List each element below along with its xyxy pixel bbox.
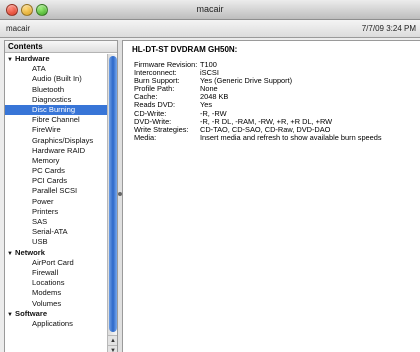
sidebar-item-label: PCI Cards [32, 176, 68, 186]
sidebar-item[interactable]: USB [5, 237, 109, 247]
title-bar[interactable]: macair [0, 0, 420, 20]
detail-row: Profile Path: None [134, 85, 382, 93]
detail-value: Insert media and refresh to show availab… [200, 132, 382, 142]
sidebar-item-label: SAS [32, 217, 48, 226]
sidebar-item-label: USB [32, 237, 48, 247]
detail-row: Reads DVD: Yes [134, 101, 382, 109]
scroll-thumb[interactable] [109, 56, 117, 332]
sidebar-item[interactable]: Volumes [5, 299, 109, 309]
sidebar-item-label: Fibre Channel [32, 115, 80, 125]
sidebar-item[interactable]: Modems [5, 288, 109, 298]
sidebar-item[interactable]: Locations [5, 278, 109, 288]
sidebar-item[interactable]: PCI Cards [5, 176, 109, 186]
sidebar-item[interactable]: Serial-ATA [5, 227, 109, 237]
sidebar-item-label: Graphics/Displays [32, 135, 94, 145]
sidebar-item[interactable]: Applications [5, 319, 109, 329]
sidebar-item-label: AirPort Card [32, 257, 74, 267]
sidebar-item-label: Disc Burning [32, 104, 76, 114]
sidebar-item-label: Network [15, 247, 45, 257]
sidebar-item[interactable]: Fibre Channel [5, 115, 109, 125]
sidebar-item-label: Hardware RAID [32, 145, 86, 155]
window-title: macair [196, 4, 224, 14]
info-bar: macair 7/7/09 3:24 PM [0, 20, 420, 38]
sidebar-item[interactable]: Firewall [5, 268, 109, 278]
sidebar-item-label: Applications [32, 318, 73, 328]
disclosure-triangle-icon[interactable]: ▼ [7, 310, 15, 320]
sidebar-item[interactable]: Diagnostics [5, 95, 109, 105]
scroll-down-arrow-icon[interactable]: ▼ [108, 345, 117, 352]
sidebar-group[interactable]: ▼ Software [5, 309, 109, 319]
sidebar-item-label: FireWire [32, 125, 61, 135]
sidebar-item[interactable]: Bluetooth [5, 85, 109, 95]
sidebar-item-label: Firewall [32, 267, 59, 277]
detail-pane: HL-DT-ST DVDRAM GH50N: Firmware Revision… [122, 40, 420, 352]
sidebar-item-label: ATA [32, 64, 46, 74]
drive-title: HL-DT-ST DVDRAM GH50N: [132, 45, 238, 54]
detail-label: Media: [134, 132, 157, 142]
sidebar-item[interactable]: Printers [5, 207, 109, 217]
sidebar-item[interactable]: Memory [5, 156, 109, 166]
sidebar-group[interactable]: ▼ Hardware [5, 54, 109, 64]
drive-details: Firmware Revision: T100 Interconnect: iSCSI… [134, 60, 382, 142]
scroll-up-arrow-icon[interactable]: ▲ [108, 335, 117, 345]
sidebar-item[interactable]: Disc Burning [5, 104, 109, 116]
disclosure-triangle-icon[interactable]: ▼ [7, 249, 15, 259]
sidebar-item-label: Locations [32, 278, 65, 288]
detail-row: Media: Insert media and refresh to show a… [134, 132, 382, 142]
sidebar-item-label: Hardware [15, 54, 50, 63]
sidebar-group[interactable]: ▼ Network [5, 248, 109, 258]
sidebar-item[interactable]: PC Cards [5, 166, 109, 176]
sidebar-item[interactable]: Audio (Built In) [5, 74, 109, 84]
sidebar-item[interactable]: ATA [5, 64, 109, 74]
sidebar-item[interactable]: SAS [5, 217, 109, 227]
sidebar-item-label: Diagnostics [32, 94, 72, 104]
sidebar-item-label: Serial-ATA [32, 227, 68, 237]
sidebar-item-label: Audio (Built In) [32, 74, 82, 84]
sidebar-item-label: Parallel SCSI [32, 186, 78, 196]
contents-list: ▼ Hardware ATA Audio (Built In) Bluetooth Dia… [5, 54, 109, 329]
sidebar-item[interactable]: Power [5, 197, 109, 207]
sidebar-item-label: Software [15, 308, 48, 318]
sidebar-item-label: Bluetooth [32, 84, 65, 94]
sidebar-item-label: PC Cards [32, 166, 65, 176]
sidebar-item[interactable]: AirPort Card [5, 258, 109, 268]
machine-name: macair [6, 24, 31, 33]
sidebar-item-label: Volumes [32, 298, 62, 308]
contents-header[interactable]: Contents [5, 41, 117, 53]
sidebar-scrollbar[interactable]: ▲ ▼ [107, 54, 117, 352]
sidebar-item[interactable]: Graphics/Displays [5, 136, 109, 146]
sidebar-item[interactable]: Parallel SCSI [5, 186, 109, 196]
date-time: 7/7/09 3:24 PM [361, 24, 416, 33]
disclosure-triangle-icon[interactable]: ▼ [7, 55, 15, 65]
system-profiler-window: macair macair 7/7/09 3:24 PM Contents ▼ H… [0, 0, 420, 352]
sidebar-item-label: Memory [32, 155, 60, 165]
sidebar-item-label: Power [32, 196, 54, 206]
contents-sidebar: Contents ▼ Hardware ATA Audio (Built In) Blu… [4, 40, 118, 352]
sidebar-item-label: Modems [32, 288, 62, 298]
sidebar-item[interactable]: Hardware RAID [5, 146, 109, 156]
sidebar-item[interactable]: FireWire [5, 125, 109, 135]
sidebar-item-label: Printers [32, 206, 59, 216]
